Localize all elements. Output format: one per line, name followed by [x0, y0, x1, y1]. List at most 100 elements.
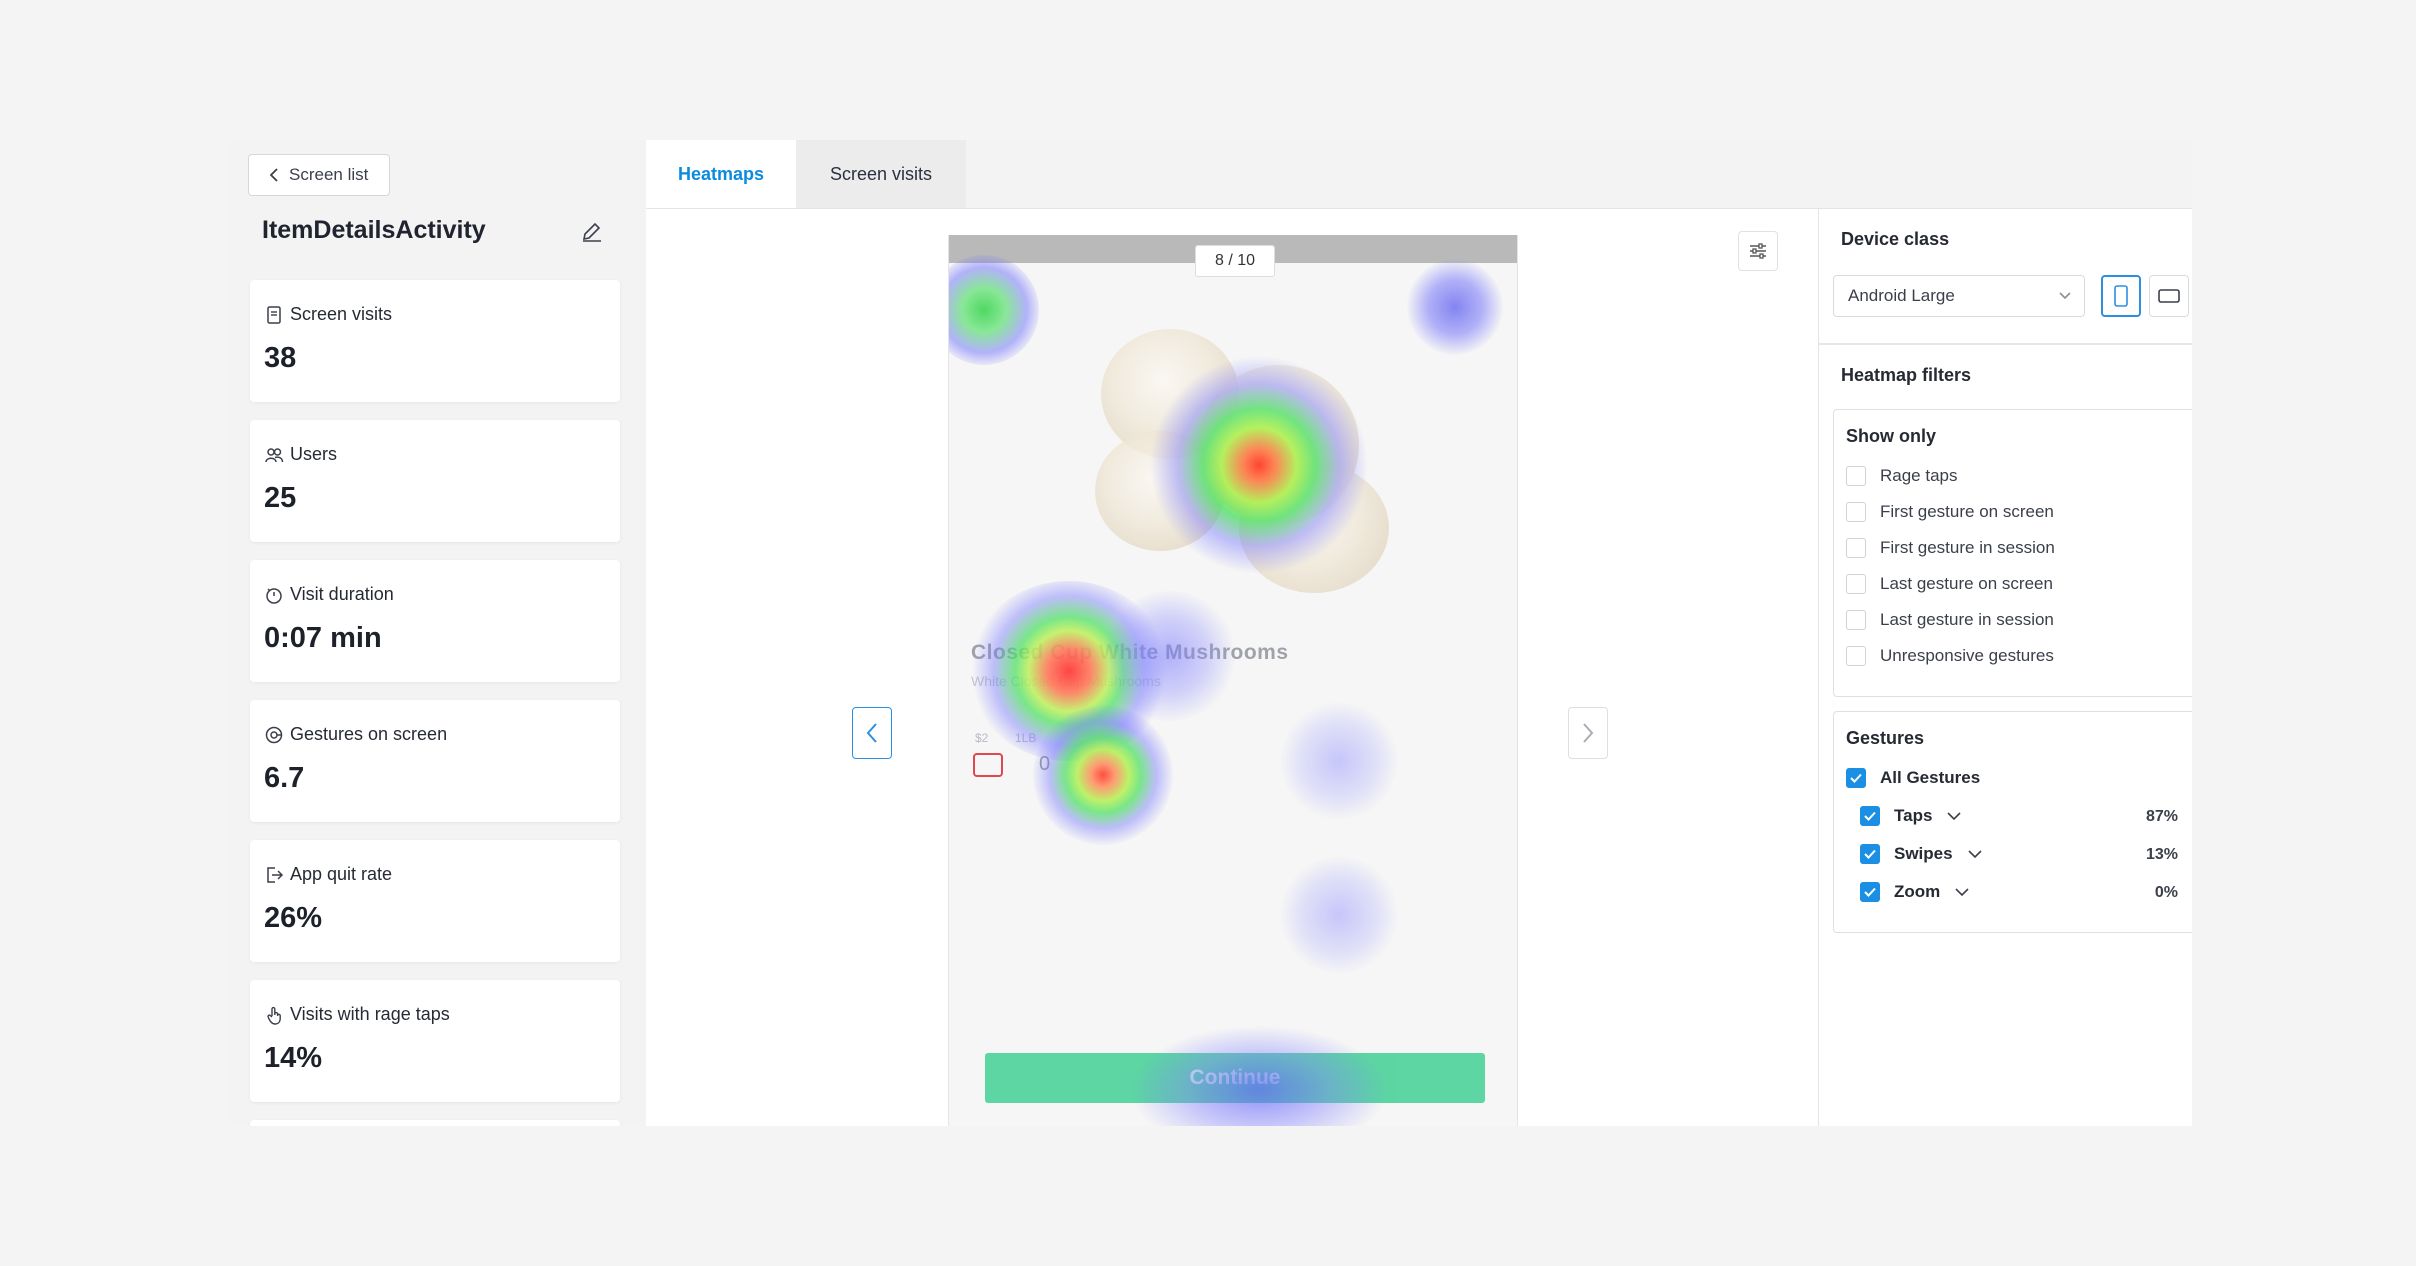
chevron-down-icon	[2059, 292, 2071, 300]
users-icon	[265, 447, 284, 462]
checkbox[interactable]	[1846, 538, 1866, 558]
checkbox-checked[interactable]	[1860, 844, 1880, 864]
checkbox[interactable]	[1846, 466, 1866, 486]
check-icon	[1864, 887, 1876, 897]
check-icon	[1864, 811, 1876, 821]
gesture-label: Swipes	[1894, 844, 1953, 863]
app-window: Screen list ItemDetailsActivity Screen v…	[230, 140, 2192, 1126]
hand-tap-icon	[267, 1006, 281, 1025]
checkbox[interactable]	[1846, 646, 1866, 666]
metric-value: 14%	[264, 1042, 323, 1074]
metric-value: 38	[264, 342, 297, 374]
metric-card-screen-visits: Screen visits 38	[250, 280, 620, 402]
gesture-taps[interactable]: Taps	[1860, 806, 1962, 826]
quantity-value: 0	[1039, 753, 1051, 775]
metric-label: App quit rate	[290, 864, 393, 884]
metric-card-visit-duration: Visit duration 0:07 min	[250, 560, 620, 682]
checkbox-checked[interactable]	[1860, 806, 1880, 826]
heatmap-settings-button[interactable]	[1738, 231, 1778, 271]
metric-card-users: Users 25	[250, 420, 620, 542]
chevron-down-icon[interactable]	[1967, 848, 1983, 860]
continue-button: Continue	[985, 1053, 1485, 1103]
screen-sidebar: Screen list ItemDetailsActivity Screen v…	[234, 140, 638, 1126]
metric-card-app-quit-rate: App quit rate 26%	[250, 840, 620, 962]
gestures-box: Gestures All Gestures Taps 87% Swipes 13…	[1833, 711, 2192, 933]
gesture-label: Zoom	[1894, 882, 1941, 901]
check-icon	[1864, 849, 1876, 859]
checkbox-checked[interactable]	[1846, 768, 1866, 788]
landscape-toggle[interactable]	[2149, 275, 2189, 317]
tab-screen-visits[interactable]: Screen visits	[796, 140, 966, 208]
chevron-left-icon	[866, 723, 877, 743]
mushroom-image	[1239, 463, 1389, 593]
screen-icon	[267, 305, 281, 324]
gesture-percent: 0%	[2154, 884, 2178, 901]
gesture-all-label: All Gestures	[1880, 768, 1981, 787]
heat-spot	[1407, 259, 1503, 355]
checkbox[interactable]	[1846, 610, 1866, 630]
filter-label: Last gesture on screen	[1880, 574, 2053, 593]
device-class-heading: Device class	[1841, 229, 1950, 249]
metric-card-gestures-on-screen: Gestures on screen 6.7	[250, 700, 620, 822]
divider	[1819, 343, 2192, 345]
metric-label: Users	[290, 444, 338, 464]
filter-first-gesture-on-screen[interactable]: First gesture on screen	[1846, 502, 2054, 522]
settings-panel: Device class Android Large Heatmap filte…	[1818, 208, 2192, 1126]
page-indicator: 8 / 10	[1195, 245, 1275, 277]
filter-first-gesture-in-session[interactable]: First gesture in session	[1846, 538, 2055, 558]
timer-icon	[266, 587, 282, 604]
heat-spot	[969, 581, 1169, 761]
screen-title: ItemDetailsActivity	[262, 216, 486, 244]
metric-card-rage-taps: Visits with rage taps 14%	[250, 980, 620, 1102]
filter-label: Last gesture in session	[1880, 610, 2054, 629]
heat-spot	[1033, 705, 1173, 845]
filter-last-gesture-in-session[interactable]: Last gesture in session	[1846, 610, 2054, 630]
metric-value: 25	[264, 482, 297, 514]
heatmap-canvas: Closed Cup White Mushrooms White Closed …	[646, 208, 1818, 1126]
gesture-swipes[interactable]: Swipes	[1860, 844, 1983, 864]
metric-label: Gestures on screen	[290, 724, 448, 744]
gesture-zoom[interactable]: Zoom	[1860, 882, 1970, 902]
metric-value: 26%	[264, 902, 323, 934]
filter-label: Rage taps	[1880, 466, 1958, 485]
tab-heatmaps[interactable]: Heatmaps	[646, 140, 796, 208]
filter-unresponsive-gestures[interactable]: Unresponsive gestures	[1846, 646, 2054, 666]
heat-spot	[949, 255, 1039, 365]
next-screen-button[interactable]	[1568, 707, 1608, 759]
show-only-title: Show only	[1846, 426, 1936, 446]
filter-label: First gesture on screen	[1880, 502, 2054, 521]
checkbox-checked[interactable]	[1860, 882, 1880, 902]
mushroom-image	[1095, 431, 1225, 551]
heat-spot	[1279, 701, 1399, 821]
checkbox[interactable]	[1846, 574, 1866, 594]
filter-last-gesture-on-screen[interactable]: Last gesture on screen	[1846, 574, 2053, 594]
chevron-down-icon[interactable]	[1946, 810, 1962, 822]
metric-label: Visit duration	[290, 584, 394, 604]
gesture-all[interactable]: All Gestures	[1846, 768, 1980, 788]
filter-label: Unresponsive gestures	[1880, 646, 2054, 665]
gesture-icon	[265, 726, 283, 743]
weight-label: 1LB	[1015, 731, 1037, 745]
phone-landscape-icon	[2158, 289, 2180, 303]
device-class-value: Android Large	[1848, 286, 1955, 305]
metric-value: 6.7	[264, 762, 305, 794]
back-label: Screen list	[289, 165, 369, 184]
product-subtitle: White Closed Cup Mushrooms	[971, 673, 1161, 689]
portrait-toggle[interactable]	[2101, 275, 2141, 317]
previous-screen-button[interactable]	[852, 707, 892, 759]
checkbox[interactable]	[1846, 502, 1866, 522]
chevron-left-icon	[269, 168, 278, 182]
screen-list-back-button[interactable]: Screen list	[248, 154, 390, 196]
device-class-select[interactable]: Android Large	[1833, 275, 2085, 317]
main-panel: Heatmaps Screen visits Closed Cup White	[646, 140, 2192, 1126]
show-only-box: Show only Rage taps First gesture on scr…	[1833, 409, 2192, 697]
quantity-minus-button	[973, 753, 1003, 777]
heat-spot	[1279, 855, 1399, 975]
gesture-percent: 13%	[2145, 846, 2178, 863]
exit-icon	[267, 866, 284, 883]
filter-rage-taps[interactable]: Rage taps	[1846, 466, 1958, 486]
pencil-icon[interactable]	[580, 220, 604, 244]
chevron-down-icon[interactable]	[1954, 886, 1970, 898]
phone-portrait-icon	[2114, 285, 2128, 307]
heatmap-filters-heading: Heatmap filters	[1841, 365, 1972, 385]
